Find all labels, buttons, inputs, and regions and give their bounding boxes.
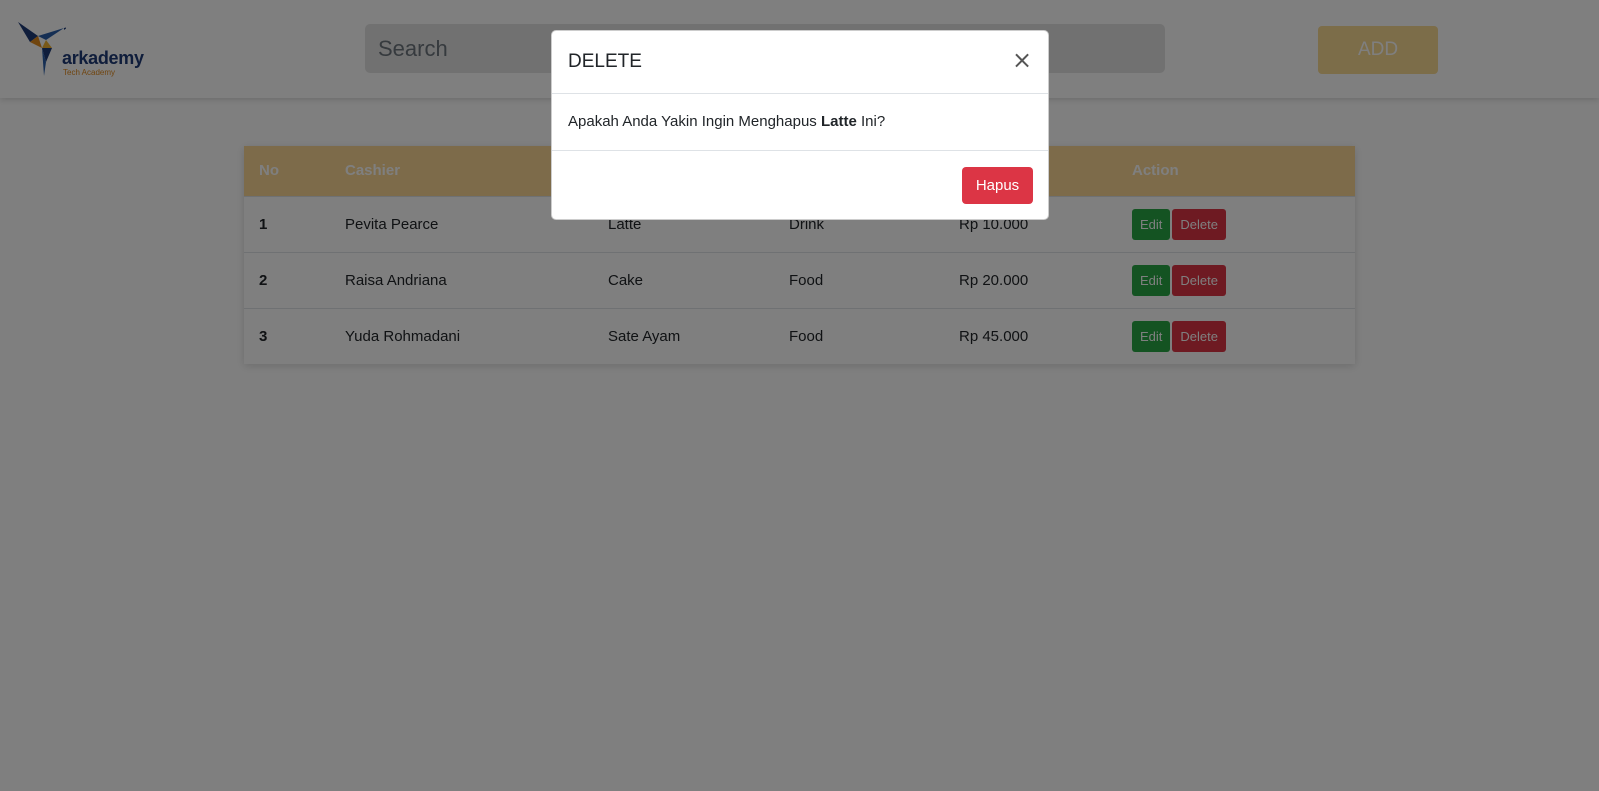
- message-prefix: Apakah Anda Yakin Ingin Menghapus: [568, 113, 821, 130]
- close-icon[interactable]: ×: [1010, 45, 1034, 75]
- modal-header: DELETE ×: [552, 31, 1048, 94]
- modal-footer: Hapus: [552, 151, 1048, 221]
- modal-message: Apakah Anda Yakin Ingin Menghapus Latte …: [568, 113, 885, 130]
- message-suffix: Ini?: [856, 113, 886, 130]
- delete-modal: DELETE × Apakah Anda Yakin Ingin Menghap…: [551, 30, 1049, 220]
- hapus-button[interactable]: Hapus: [962, 167, 1033, 204]
- modal-title: DELETE: [568, 51, 642, 72]
- modal-body: Apakah Anda Yakin Ingin Menghapus Latte …: [552, 94, 1048, 151]
- message-item-name: Latte: [820, 113, 857, 130]
